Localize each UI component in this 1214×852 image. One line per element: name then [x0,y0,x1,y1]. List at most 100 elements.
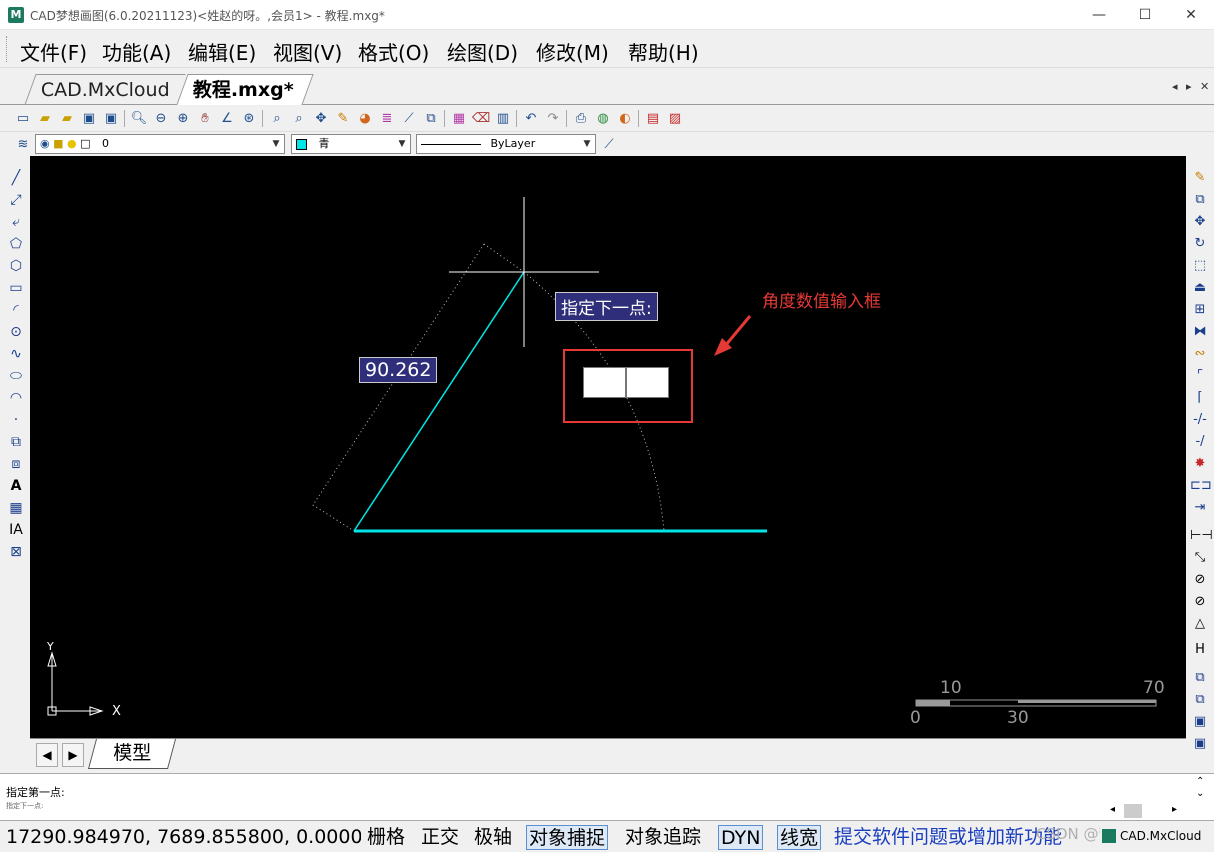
draw-order-above-icon[interactable]: ▣ [1190,712,1210,732]
open-recent-icon[interactable]: ▰ [58,109,76,127]
copy-icon[interactable]: ⧉ [1190,190,1210,210]
dim-diameter-icon[interactable]: ⊘ [1190,592,1210,612]
offset-icon[interactable]: ⏏ [1190,278,1210,298]
maximize-button[interactable]: ☐ [1122,0,1168,30]
zoom-in-icon[interactable]: ⊕ [174,109,192,127]
insert-block-icon[interactable]: ⧉ [6,432,26,452]
dim-radius-icon[interactable]: ⊘ [1190,570,1210,590]
hexagon-icon[interactable]: ⬡ [6,256,26,276]
save-as-icon[interactable]: ▣ [102,109,120,127]
move-icon[interactable]: ✥ [312,109,330,127]
menu-modify[interactable]: 修改(M) [536,37,609,66]
toggle-osnap[interactable]: 对象捕捉 [526,825,609,850]
fillet-icon[interactable]: ⌜ [1190,366,1210,386]
break-icon[interactable]: ⊏⊐ [1190,476,1212,496]
polyline-icon[interactable]: ⤶ [6,212,26,232]
table-icon[interactable]: ⊠ [6,542,26,562]
scroll-down-icon[interactable]: ⌄ [1196,788,1204,799]
make-block-icon[interactable]: ⧈ [6,454,26,474]
close-button[interactable]: ✕ [1168,0,1214,30]
feedback-link[interactable]: 提交软件问题或增加新功能 [834,825,1062,850]
lineweight-icon[interactable]: ⟋ [600,135,618,153]
redo-icon[interactable]: ↷ [544,109,562,127]
toolbar-grip[interactable] [6,36,9,62]
dim-continue-icon[interactable]: H [1190,640,1210,660]
rotate-icon[interactable]: ↻ [1190,234,1210,254]
new-file-icon[interactable]: ▭ [14,109,32,127]
point-icon[interactable]: · [6,410,26,430]
layout-next-button[interactable]: ▶ [62,743,84,767]
layout-prev-button[interactable]: ◀ [36,743,58,767]
layer-manager-icon[interactable]: ≋ [14,135,32,153]
zoom-window-icon[interactable]: ⌕ [268,109,286,127]
circle-icon[interactable]: ⊙ [6,322,26,342]
bring-front-icon[interactable]: ⧉ [1190,668,1210,688]
hscroll-left-icon[interactable]: ◂ [1110,804,1115,815]
menu-function[interactable]: 功能(A) [102,37,171,66]
pdf-icon[interactable]: ▤ [644,109,662,127]
zoom-extents-icon[interactable]: ⊛ [240,109,258,127]
toggle-polar[interactable]: 极轴 [474,825,512,850]
join-icon[interactable]: ⇥ [1190,498,1210,518]
tab-scroll-left-icon[interactable]: ◂ [1172,80,1178,93]
ucs-icon[interactable]: ∠ [218,109,236,127]
arc-icon[interactable]: ◜ [6,300,26,320]
zoom-realtime-icon[interactable]: 🔍︎ [130,109,148,127]
hatch-icon[interactable]: ▦ [6,498,26,518]
tab-close-icon[interactable]: ✕ [1200,80,1209,93]
palette-icon[interactable]: ◕ [356,109,374,127]
erase-icon[interactable]: ✎ [1190,168,1210,188]
polygon-icon[interactable]: ⬠ [6,234,26,254]
scale-icon[interactable]: ⬚ [1190,256,1210,276]
mtext-icon[interactable]: IA [6,520,26,540]
print-icon[interactable]: ⎙ [572,109,590,127]
rectangle-icon[interactable]: ▭ [6,278,26,298]
ellipse-icon[interactable]: ⬭ [6,366,26,386]
dim-angular-icon[interactable]: △ [1190,614,1210,634]
tab-cad-mxcloud[interactable]: CAD.MxCloud [24,74,186,105]
erase-icon[interactable]: ⌫ [472,109,490,127]
hscroll-thumb[interactable] [1124,804,1142,818]
open-folder-icon[interactable]: ▰ [36,109,54,127]
angle-input-right[interactable] [626,367,669,398]
toggle-dyn[interactable]: DYN [718,825,764,850]
menu-format[interactable]: 格式(O) [358,37,429,66]
hscroll-right-icon[interactable]: ▸ [1172,804,1177,815]
send-back-icon[interactable]: ⧉ [1190,690,1210,710]
menu-view[interactable]: 视图(V) [273,37,342,66]
menu-edit[interactable]: 编辑(E) [188,37,256,66]
zoom-previous-icon[interactable]: ⌕ [290,109,308,127]
scroll-up-icon[interactable]: ⌃ [1196,776,1204,787]
block-icon[interactable]: ▥ [494,109,512,127]
tab-model[interactable]: 模型 [87,739,177,769]
dim-aligned-icon[interactable]: ⤡ [1190,548,1210,568]
globe-icon[interactable]: ◍ [594,109,612,127]
linetype-select[interactable]: ByLayer ▼ [416,134,596,154]
layer-select[interactable]: ◉ ■ ● □ 0 ▼ [35,134,285,154]
toggle-lineweight[interactable]: 线宽 [777,825,822,850]
menu-file[interactable]: 文件(F) [20,37,87,66]
zoom-out-icon[interactable]: ⊖ [152,109,170,127]
grid-icon[interactable]: ▦ [450,109,468,127]
draw-order-below-icon[interactable]: ▣ [1190,734,1210,754]
toggle-otrack[interactable]: 对象追踪 [625,825,701,850]
ellipse-arc-icon[interactable]: ◠ [6,388,26,408]
render-icon[interactable]: ◐ [616,109,634,127]
move-icon[interactable]: ✥ [1190,212,1210,232]
pencil-icon[interactable]: ✎ [334,109,352,127]
dim-linear-icon[interactable]: ⊢⊣ [1190,526,1213,546]
pan-icon[interactable]: ✋︎ [196,109,214,127]
tab-scroll-right-icon[interactable]: ▸ [1186,80,1192,93]
image-export-icon[interactable]: ▨ [666,109,684,127]
line-icon[interactable]: ╱ [6,168,26,188]
angle-input-left[interactable] [583,367,626,398]
tab-tutorial[interactable]: 教程.mxg* [176,74,314,105]
menu-help[interactable]: 帮助(H) [628,37,699,66]
extend-icon[interactable]: -/ [1190,432,1210,452]
minimize-button[interactable]: — [1076,0,1122,30]
spline-icon[interactable]: ∿ [6,344,26,364]
match-properties-icon[interactable]: ⟋ [400,109,418,127]
text-icon[interactable]: A [6,476,26,496]
command-window[interactable]: 指定第一点: 指定下一点: ⌃ ⌄ ◂ ▸ [0,773,1214,821]
mirror-icon[interactable]: ⧓ [1190,322,1210,342]
